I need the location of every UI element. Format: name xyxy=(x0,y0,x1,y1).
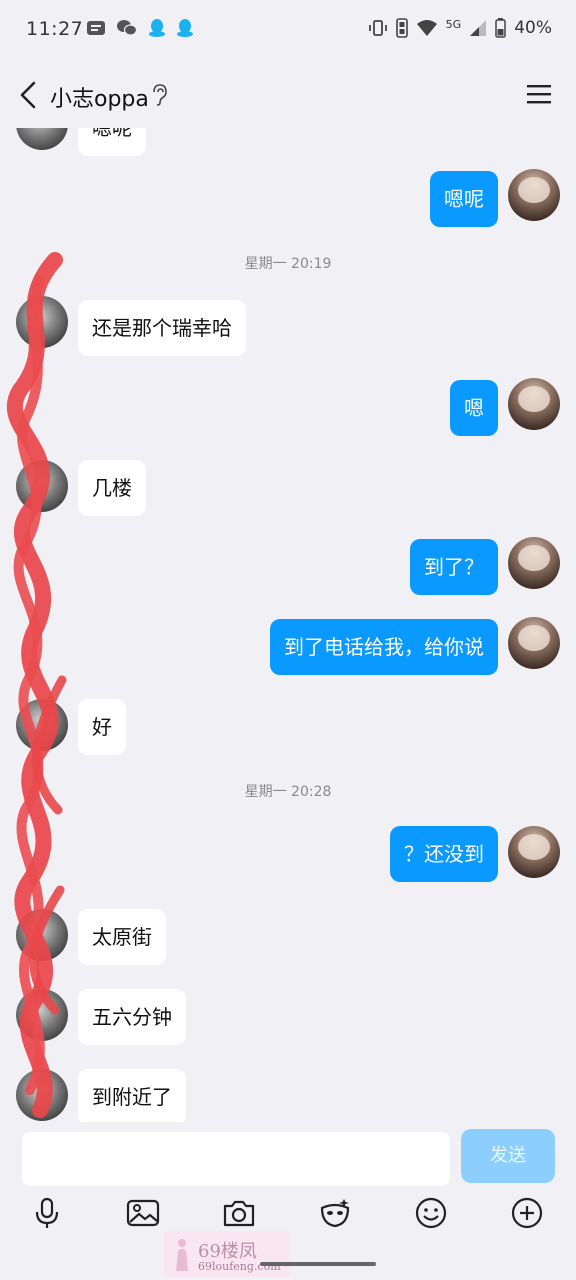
contact-avatar[interactable] xyxy=(16,460,68,512)
signal-icon xyxy=(470,20,487,36)
network-type: 5G xyxy=(445,17,462,31)
vibrate-icon xyxy=(368,20,387,36)
message-input[interactable] xyxy=(22,1132,450,1186)
contact-name[interactable]: 小志oppa xyxy=(50,81,149,113)
hd-icon xyxy=(395,18,408,38)
message-list[interactable]: 嗯呢 嗯呢 星期一 20:19 还是那个瑞幸哈 嗯 几楼 到了？ 到了电话给我，… xyxy=(0,128,576,1122)
message-bubble[interactable]: ？还没到 xyxy=(390,826,498,882)
image-icon[interactable] xyxy=(126,1196,160,1230)
my-avatar[interactable] xyxy=(508,537,560,589)
ear-icon[interactable] xyxy=(150,83,168,107)
my-avatar[interactable] xyxy=(508,378,560,430)
emoji-icon[interactable] xyxy=(414,1196,448,1230)
message-bubble[interactable]: 到了电话给我，给你说 xyxy=(270,619,498,675)
timestamp: 星期一 20:28 xyxy=(244,784,332,800)
my-avatar[interactable] xyxy=(508,169,560,221)
message-bubble[interactable]: 太原街 xyxy=(78,909,166,965)
message-bubble[interactable]: 好 xyxy=(78,699,126,755)
battery-icon xyxy=(495,18,506,38)
message-bubble[interactable]: 到附近了 xyxy=(78,1069,186,1122)
sticker-icon[interactable] xyxy=(318,1196,352,1230)
status-bar: 11:27 5G 40% xyxy=(0,0,576,60)
my-avatar[interactable] xyxy=(508,826,560,878)
camera-icon[interactable] xyxy=(222,1196,256,1230)
watermark-logo-icon xyxy=(176,1239,188,1271)
status-time: 11:27 xyxy=(26,18,84,40)
my-avatar[interactable] xyxy=(508,617,560,669)
timestamp: 星期一 20:19 xyxy=(244,256,332,272)
message-bubble[interactable]: 嗯 xyxy=(450,380,498,436)
contact-avatar[interactable] xyxy=(16,989,68,1041)
composer-toolbar xyxy=(0,1196,576,1236)
contact-avatar[interactable] xyxy=(16,1069,68,1121)
chat-header: 小志oppa xyxy=(0,62,576,128)
microphone-icon[interactable] xyxy=(30,1196,64,1230)
contact-avatar[interactable] xyxy=(16,296,68,348)
contact-avatar[interactable] xyxy=(16,128,68,150)
wifi-icon xyxy=(416,20,437,36)
message-bubble[interactable]: 几楼 xyxy=(78,460,146,516)
contact-avatar[interactable] xyxy=(16,909,68,961)
status-right: 5G 40% xyxy=(368,18,552,38)
plus-icon[interactable] xyxy=(510,1196,544,1230)
status-notification-icons xyxy=(86,18,194,38)
message-bubble[interactable]: 还是那个瑞幸哈 xyxy=(78,300,246,356)
qq-icon xyxy=(149,19,165,37)
message-bubble[interactable]: 嗯呢 xyxy=(78,128,146,156)
qq-icon xyxy=(177,19,193,37)
home-indicator[interactable] xyxy=(260,1262,376,1266)
message-bubble[interactable]: 嗯呢 xyxy=(430,171,498,227)
contact-avatar[interactable] xyxy=(16,699,68,751)
message-bubble[interactable]: 五六分钟 xyxy=(78,989,186,1045)
message-notification-icon xyxy=(87,21,105,35)
wechat-icon xyxy=(117,20,138,36)
battery-level: 40% xyxy=(514,18,552,38)
back-arrow-icon[interactable] xyxy=(14,78,46,112)
watermark: 69楼凤 69loufeng.com xyxy=(164,1231,290,1277)
menu-icon[interactable] xyxy=(526,82,552,106)
send-button[interactable]: 发送 xyxy=(461,1129,555,1183)
message-bubble[interactable]: 到了？ xyxy=(410,539,498,595)
